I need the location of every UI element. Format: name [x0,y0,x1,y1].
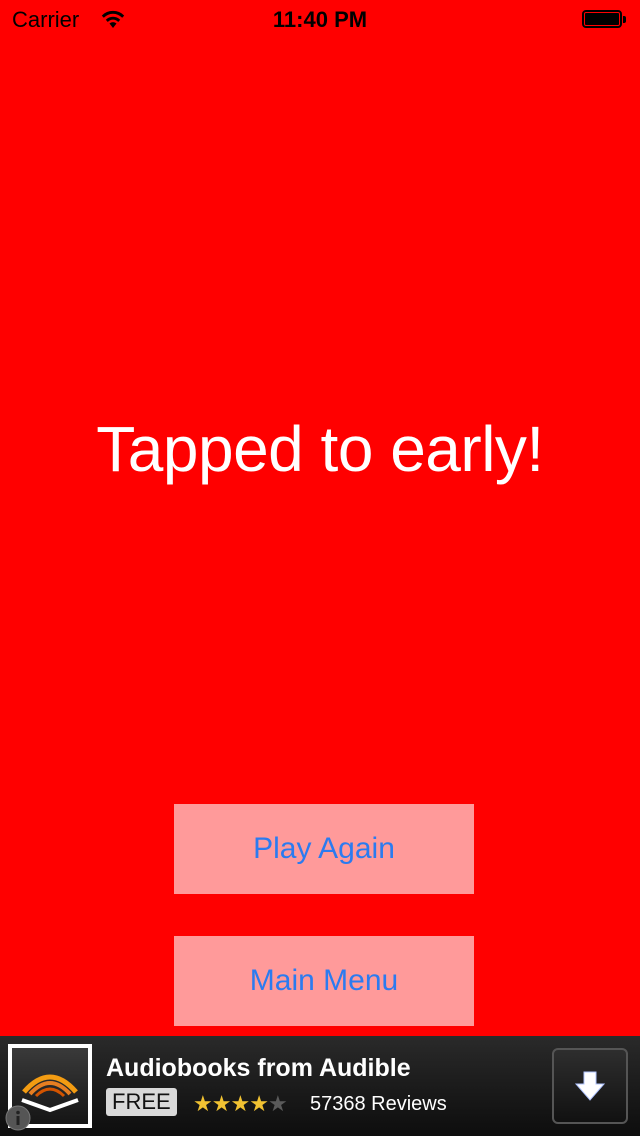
download-button[interactable] [552,1048,628,1124]
star-icon: ★ [230,1091,250,1116]
battery-icon [582,10,628,30]
star-icon: ★ [211,1091,232,1116]
info-icon[interactable] [4,1104,32,1132]
main-menu-button[interactable]: Main Menu [174,936,474,1026]
download-arrow-icon [574,1071,606,1101]
ad-review-count: 57368 Reviews [310,1093,447,1115]
game-screen: Carrier 11:40 PM Tapped to early! Play A… [0,0,640,1136]
ad-banner[interactable]: Audiobooks from Audible FREE ★★★★★ 57368… [0,1036,640,1136]
star-icon: ★ [193,1091,213,1116]
result-message: Tapped to early! [96,413,544,485]
star-empty-icon: ★ [267,1091,288,1116]
star-icon: ★ [249,1091,269,1116]
rating-stars: ★★★★★ [193,1091,288,1117]
status-time: 11:40 PM [272,7,368,32]
ad-title[interactable]: Audiobooks from Audible [106,1054,411,1083]
status-bar: Carrier 11:40 PM [0,0,640,40]
ad-price-badge: FREE [106,1088,177,1116]
play-again-button[interactable]: Play Again [174,804,474,894]
